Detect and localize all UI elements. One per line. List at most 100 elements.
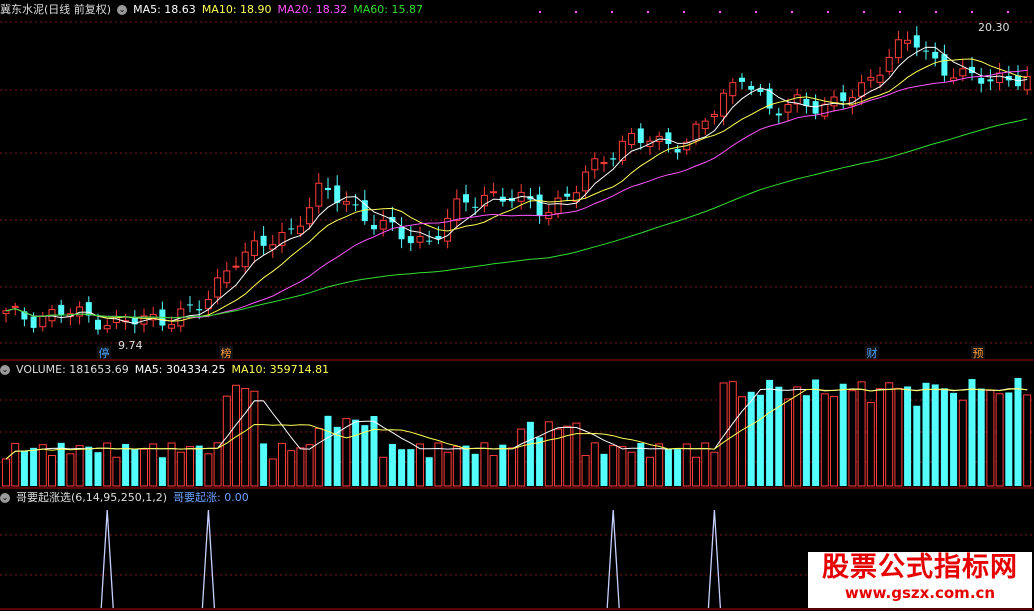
ma20-line	[5, 69, 1028, 319]
candle-down	[739, 77, 745, 82]
volume-bar-up	[830, 396, 838, 487]
candle-down	[463, 194, 469, 203]
volume-bar-down	[361, 425, 369, 486]
volume-bar-up	[278, 442, 286, 487]
candle-up	[885, 56, 893, 72]
watermark-title: 股票公式指标网	[822, 552, 1018, 583]
volume-bar-up	[866, 401, 875, 487]
candle-up	[250, 240, 258, 256]
candle-down	[288, 228, 295, 230]
candle-down	[610, 158, 617, 160]
candle-down	[260, 235, 267, 246]
candle-up	[315, 182, 323, 207]
volume-bar-down	[425, 457, 433, 486]
volume-bar-up	[112, 456, 121, 487]
volume-bar-up	[167, 442, 176, 487]
candle-down	[325, 187, 331, 190]
volume-bar-down	[158, 457, 166, 486]
volume-bar-down	[812, 379, 820, 486]
candle-up	[710, 113, 718, 118]
volume-bar-up	[894, 387, 903, 487]
volume-bar-down	[324, 415, 332, 486]
volume-bar-up	[176, 451, 185, 487]
watermark-url: www.gszx.com.cn	[844, 584, 996, 602]
candle-up	[904, 39, 912, 44]
candle-up	[2, 310, 10, 315]
candle-up	[628, 132, 636, 145]
volume-bar-up	[452, 446, 461, 487]
volume-bar-up	[646, 456, 654, 487]
volume-bar-up	[995, 393, 1004, 487]
candle-up	[959, 68, 967, 77]
volume-bar-down	[802, 395, 810, 486]
volume-bar-down	[20, 450, 28, 486]
volume-bar-up	[692, 456, 700, 487]
candle-up	[241, 251, 249, 268]
indicator-spike	[201, 509, 216, 609]
indicator-spike	[707, 509, 722, 609]
volume-bar-down	[131, 449, 139, 486]
volume-bar-up	[416, 443, 424, 487]
volume-bar-down	[839, 383, 847, 486]
candle-down	[564, 193, 571, 197]
candle-down	[674, 148, 681, 153]
volume-bar-up	[268, 458, 277, 487]
marker-dot	[754, 10, 758, 14]
candle-up	[103, 325, 111, 330]
volume-bar-down	[977, 388, 985, 486]
candle-up	[830, 96, 838, 107]
candle-up	[720, 92, 728, 117]
candle-down	[398, 227, 405, 240]
volume-bar-down	[30, 447, 38, 486]
candle-down	[840, 92, 847, 102]
volume-bar-up	[287, 450, 296, 487]
candle-down	[987, 79, 994, 82]
volume-bar-up	[204, 453, 213, 487]
stock-chart[interactable]: 20.30 9.74 停 榜 财 预	[0, 0, 1034, 611]
event-marker: 预	[973, 347, 984, 360]
candle-up	[876, 74, 884, 83]
volume-bar-up	[241, 387, 250, 487]
candle-up	[296, 225, 304, 235]
volume-bar-down	[940, 388, 948, 486]
volume-bar-down	[352, 419, 360, 486]
volume-bar-down	[637, 443, 645, 486]
candle-up	[342, 201, 350, 205]
volume-bar-up	[250, 390, 259, 487]
volume-bar-up	[986, 389, 995, 487]
volume-bar-down	[968, 379, 976, 486]
volume-bar-up	[314, 428, 323, 487]
candle-down	[407, 236, 414, 244]
candle-down	[30, 316, 37, 328]
indicator-spike	[606, 509, 620, 609]
volume-bar-down	[195, 445, 203, 486]
candle-up	[867, 76, 875, 81]
marker-dot	[574, 10, 578, 14]
volume-bar-up	[140, 448, 148, 487]
volume-bar-down	[904, 386, 912, 486]
candle-up	[306, 207, 314, 225]
low-price-label: 9.74	[118, 339, 143, 352]
candle-up	[701, 120, 709, 130]
volume-bar-up	[213, 442, 222, 487]
candle-down	[352, 204, 359, 206]
volume-bar-down	[94, 452, 102, 486]
volume-bar-up	[11, 442, 20, 487]
marker-dot	[1006, 10, 1010, 14]
candle-up	[894, 39, 902, 59]
volume-bar-up	[75, 445, 84, 487]
volume-bar-up	[103, 442, 112, 487]
candle-up	[416, 235, 424, 243]
volume-bar-up	[305, 444, 314, 487]
candle-up	[490, 191, 498, 194]
volume-bar-down	[370, 416, 378, 486]
ma5-line	[5, 46, 1028, 324]
candle-down	[536, 194, 543, 216]
watermark-logo: 股票公式指标网 www.gszx.com.cn	[808, 552, 1032, 608]
volume-bar-up	[296, 447, 305, 487]
candle-down	[665, 132, 672, 145]
volume-bar-up	[719, 382, 728, 487]
candle-up	[11, 305, 19, 308]
marker-dot	[826, 10, 830, 14]
volume-bar-up	[508, 447, 516, 487]
